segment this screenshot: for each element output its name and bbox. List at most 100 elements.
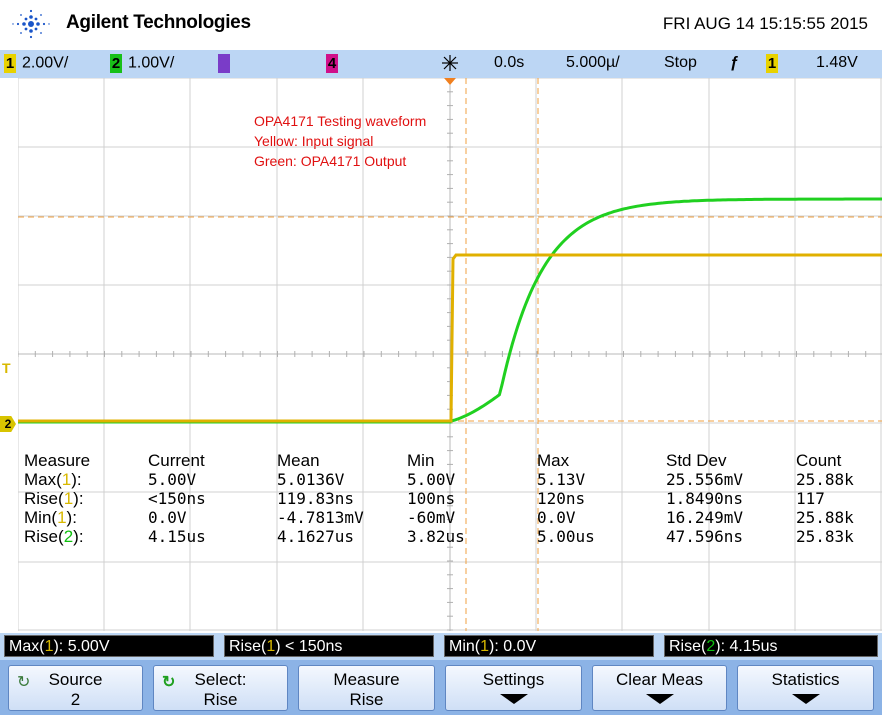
channel-1-scale[interactable]: 1 2.00V/ xyxy=(4,54,68,73)
graticule-grid xyxy=(18,78,882,631)
source-softkey[interactable]: ↻ Source 2 xyxy=(8,665,143,711)
header-measure: Measure xyxy=(24,451,91,470)
readout-rise-ch1[interactable]: Rise(1) < 150ns xyxy=(224,635,434,657)
measurement-min: 100ns xyxy=(407,489,456,508)
measurement-name: Min xyxy=(24,508,52,527)
annotation-line-2: Yellow: Input signal xyxy=(254,133,374,149)
measurement-stddev: 16.249mV xyxy=(666,508,744,527)
trigger-source-badge: 1 xyxy=(766,54,778,73)
readout-label: Rise xyxy=(669,638,702,655)
channel-2-badge: 2 xyxy=(110,54,122,73)
measurement-row: Max(1): 5.00V 5.0136V 5.00V 5.13V 25.556mV 25.… xyxy=(6,470,882,489)
measure-softkey[interactable]: Measure Rise xyxy=(298,665,435,711)
measurement-label: Min(1): xyxy=(24,508,77,527)
oscilloscope-screen: Agilent Technologies FRI AUG 14 15:15:55… xyxy=(0,0,882,715)
measurement-mean: 119.83ns xyxy=(277,489,355,508)
measurement-current: <150ns xyxy=(148,489,206,508)
measurement-label: Rise(2): xyxy=(24,527,84,546)
acquire-spark-icon xyxy=(442,55,458,71)
readout-max-ch1[interactable]: Max(1): 5.00V xyxy=(4,635,214,657)
softkey-label: Settings xyxy=(482,670,545,689)
readout-label: Min xyxy=(449,638,475,655)
softkey-label: Statistics xyxy=(771,670,840,689)
measurement-channel: 1 xyxy=(57,508,67,527)
header-stddev: Std Dev xyxy=(666,451,727,470)
softkey-bar: ↻ Source 2 ↻ Select: Rise Measure Rise S… xyxy=(0,660,882,715)
submenu-arrow-icon xyxy=(791,694,820,704)
measurement-max: 0.0V xyxy=(537,508,576,527)
measurement-channel: 1 xyxy=(61,470,72,489)
trigger-position-marker[interactable] xyxy=(444,78,456,85)
measurement-name: Rise xyxy=(24,527,59,546)
measurement-max: 5.00us xyxy=(537,527,595,546)
readout-channel: 2 xyxy=(706,638,716,655)
waveform-canvas xyxy=(18,78,882,631)
measurement-row: Rise(2): 4.15us 4.1627us 3.82us 5.00us 47.596… xyxy=(6,527,882,546)
readout-value: : 4.15us xyxy=(720,638,778,655)
timebase[interactable]: 5.000µ/ xyxy=(566,54,620,72)
readout-channel: 1 xyxy=(44,638,54,655)
agilent-spark-logo-icon xyxy=(12,9,50,39)
channel-3-scale[interactable]: 3 xyxy=(218,54,236,73)
clear-meas-softkey[interactable]: Clear Meas xyxy=(592,665,727,711)
readout-label: Max xyxy=(9,638,40,655)
measurement-max: 120ns xyxy=(537,489,586,508)
annotation-line-1: OPA4171 Testing waveform xyxy=(254,113,427,129)
readout-min-ch1[interactable]: Min(1): 0.0V xyxy=(444,635,654,657)
header-min: Min xyxy=(407,451,435,470)
readout-rise-ch2[interactable]: Rise(2): 4.15us xyxy=(664,635,878,657)
readout-channel: 1 xyxy=(266,638,276,655)
channel-1-badge: 1 xyxy=(4,54,16,73)
header-current: Current xyxy=(148,451,205,470)
softkey-value: Rise xyxy=(349,690,384,709)
waveform-display[interactable]: OPA4171 Testing waveform Yellow: Input s… xyxy=(18,78,882,631)
table-header-row: Measure Current Mean Min Max Std Dev Cou… xyxy=(6,451,882,470)
softkey-value: 2 xyxy=(70,690,81,709)
measurement-count: 25.83k xyxy=(796,527,854,546)
ground-reference-marker[interactable]: 2 xyxy=(0,416,16,432)
measurement-channel: 2 xyxy=(63,527,74,546)
channel-1-scale-value: 2.00V/ xyxy=(22,54,69,72)
measurement-stddev: 25.556mV xyxy=(666,470,744,489)
measurement-stddev: 1.8490ns xyxy=(666,489,744,508)
horizontal-delay[interactable]: 0.0s xyxy=(494,54,524,72)
softkey-value: Rise xyxy=(203,690,238,709)
measurement-count: 25.88k xyxy=(796,508,854,527)
annotation-line-3: Green: OPA4171 Output xyxy=(254,153,407,169)
readout-channel: 1 xyxy=(480,638,490,655)
waveform-annotation: OPA4171 Testing waveform Yellow: Input s… xyxy=(254,111,426,171)
measurement-count: 117 xyxy=(796,489,825,508)
header-mean: Mean xyxy=(277,451,320,470)
trigger-level[interactable]: 1.48V xyxy=(816,54,858,72)
measurement-current: 4.15us xyxy=(148,527,206,546)
trigger-source[interactable]: 1 xyxy=(766,54,784,73)
measurement-min: 5.00V xyxy=(407,470,456,489)
measurement-count: 25.88k xyxy=(796,470,854,489)
channel-2-scale[interactable]: 2 1.00V/ xyxy=(110,54,174,73)
measurement-mean: 4.1627us xyxy=(277,527,355,546)
softkey-label: Clear Meas xyxy=(616,670,703,689)
readout-value: < 150ns xyxy=(280,638,343,655)
acquisition-icon xyxy=(440,53,460,78)
submenu-arrow-icon xyxy=(499,694,528,704)
measurement-current: 5.00V xyxy=(148,470,197,489)
brand-name: Agilent Technologies xyxy=(66,12,251,33)
measurement-channel: 1 xyxy=(63,489,74,508)
statistics-softkey[interactable]: Statistics xyxy=(737,665,874,711)
measurement-mean: -4.7813mV xyxy=(277,508,364,527)
status-bar: 1 2.00V/ 2 1.00V/ 3 4 0.0s 5.000µ/ Stop ƒ … xyxy=(0,50,882,78)
settings-softkey[interactable]: Settings xyxy=(445,665,582,711)
header-bar: Agilent Technologies FRI AUG 14 15:15:55… xyxy=(0,0,882,50)
measurement-mean: 5.0136V xyxy=(277,470,345,489)
rotate-knob-icon: ↻ xyxy=(162,674,176,691)
trigger-level-marker[interactable]: T xyxy=(2,360,16,378)
channel-4-badge: 4 xyxy=(326,54,338,73)
channel-4-scale[interactable]: 4 xyxy=(326,54,344,73)
run-state[interactable]: Stop xyxy=(664,54,697,72)
measurement-readout-bar: Max(1): 5.00V Rise(1) < 150ns Min(1): 0.… xyxy=(0,633,882,660)
measurement-current: 0.0V xyxy=(148,508,187,527)
measurement-max: 5.13V xyxy=(537,470,586,489)
measurement-stddev: 47.596ns xyxy=(666,527,744,546)
select-softkey[interactable]: ↻ Select: Rise xyxy=(153,665,288,711)
date-time: FRI AUG 14 15:15:55 2015 xyxy=(662,14,868,33)
